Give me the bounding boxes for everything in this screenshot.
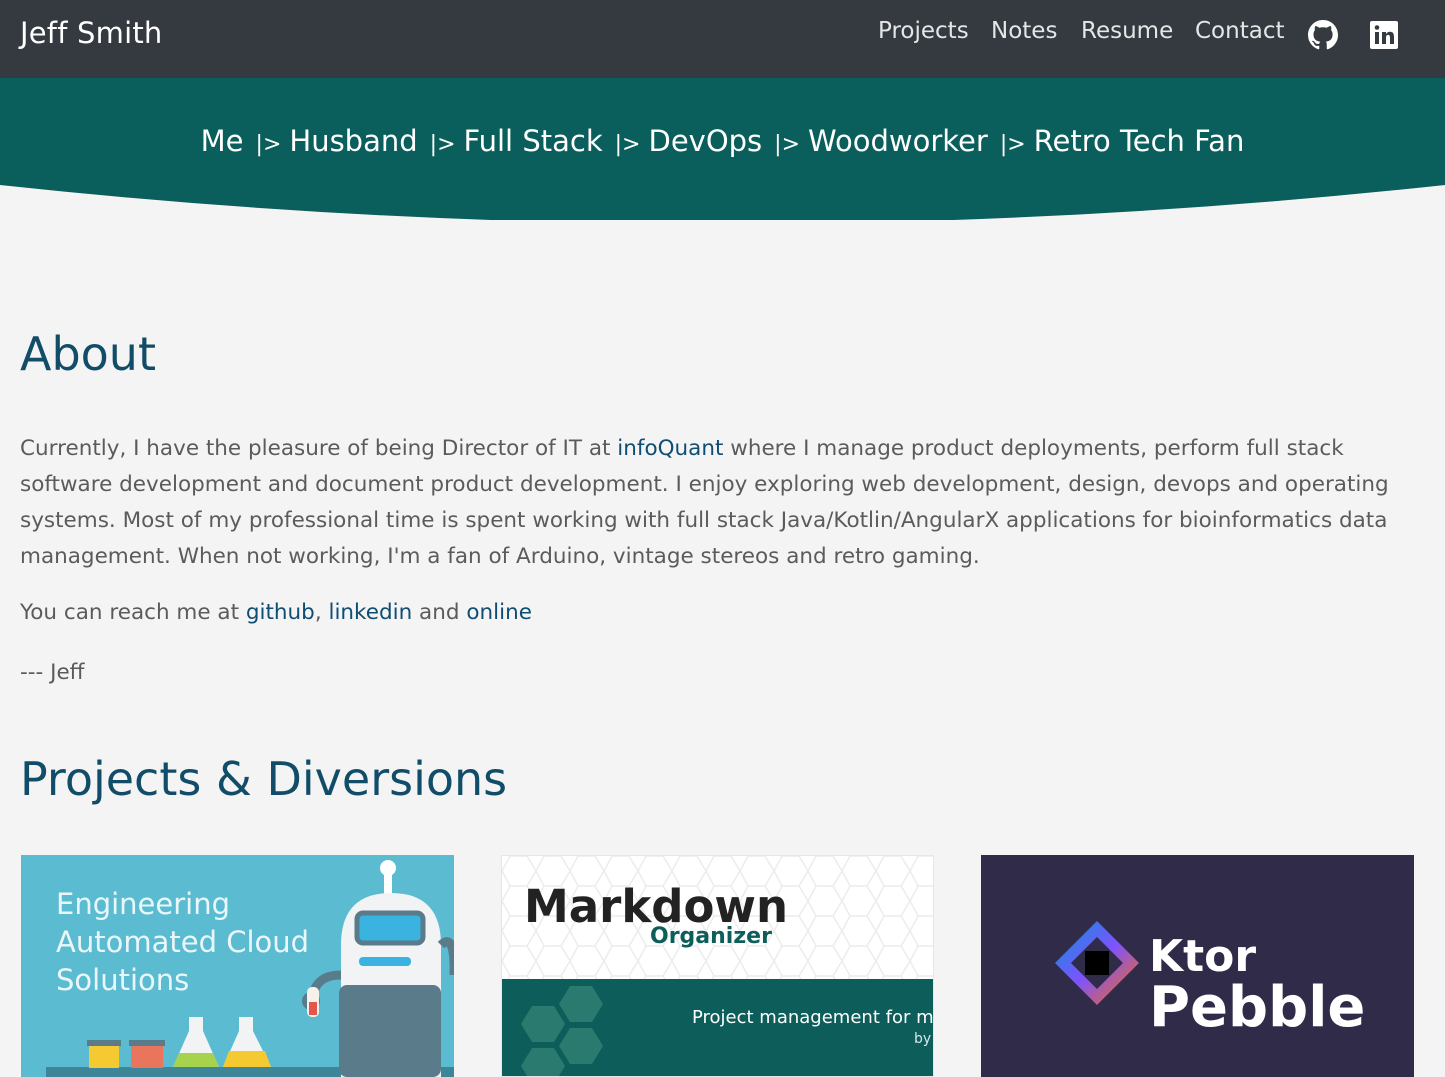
project-card-markdown[interactable]: Markdown Organizer Project management fo…: [501, 855, 934, 1077]
nav-link-notes[interactable]: Notes: [991, 18, 1057, 44]
nav-link-contact[interactable]: Contact: [1195, 18, 1284, 44]
markdown-by: by: [914, 1031, 932, 1047]
github-link[interactable]: github: [246, 600, 315, 625]
nav-link-projects[interactable]: Projects: [878, 18, 969, 44]
linkedin-icon[interactable]: [1369, 20, 1399, 50]
about-text-before: Currently, I have the pleasure of being …: [20, 436, 618, 461]
nav-link-resume[interactable]: Resume: [1081, 18, 1173, 44]
tagline-separator: |>: [999, 132, 1026, 157]
contact-paragraph: You can reach me at github, linkedin and…: [20, 600, 532, 625]
pebble-title: Pebble: [1149, 975, 1366, 1040]
online-link[interactable]: online: [466, 600, 532, 625]
robot-illustration: [46, 860, 454, 1077]
tagline-separator: |>: [429, 132, 456, 157]
ktor-logo-icon: [1055, 921, 1139, 1005]
linkedin-link[interactable]: linkedin: [328, 600, 412, 625]
tagline-separator: |>: [255, 132, 282, 157]
markdown-tagline: Project management for ma: [692, 1007, 934, 1028]
brand-link[interactable]: Jeff Smith: [20, 16, 163, 50]
about-paragraph: Currently, I have the pleasure of being …: [20, 431, 1420, 575]
tagline-woodworker: Woodworker: [808, 124, 988, 158]
tagline-husband: Husband: [289, 124, 418, 158]
hero-tagline: Me |> Husband |> Full Stack |> DevOps |> Woodwor…: [0, 124, 1445, 158]
tagline-devops: DevOps: [648, 124, 763, 158]
tagline-me: Me: [200, 124, 244, 158]
tagline-separator: |>: [614, 132, 641, 157]
project-card-cloud[interactable]: Engineering Automated Cloud Solutions: [21, 855, 454, 1077]
tagline-full-stack: Full Stack: [463, 124, 603, 158]
project-card-ktor-pebble[interactable]: Ktor Pebble: [981, 855, 1414, 1077]
github-icon[interactable]: [1308, 20, 1338, 50]
reach-prefix: You can reach me at: [20, 600, 246, 625]
signature: --- Jeff: [20, 660, 85, 685]
reach-separator: ,: [314, 600, 329, 625]
hero-banner: Me |> Husband |> Full Stack |> DevOps |> Woodwor…: [0, 78, 1445, 220]
infoquant-link[interactable]: infoQuant: [617, 436, 723, 461]
tagline-retro-tech-fan: Retro Tech Fan: [1033, 124, 1245, 158]
reach-separator: and: [412, 600, 467, 625]
projects-heading: Projects & Diversions: [20, 752, 508, 806]
markdown-subtitle: Organizer: [650, 924, 772, 949]
tagline-separator: |>: [774, 132, 801, 157]
top-navbar: Jeff Smith Projects Notes Resume Contact: [0, 0, 1445, 78]
about-heading: About: [20, 327, 157, 381]
